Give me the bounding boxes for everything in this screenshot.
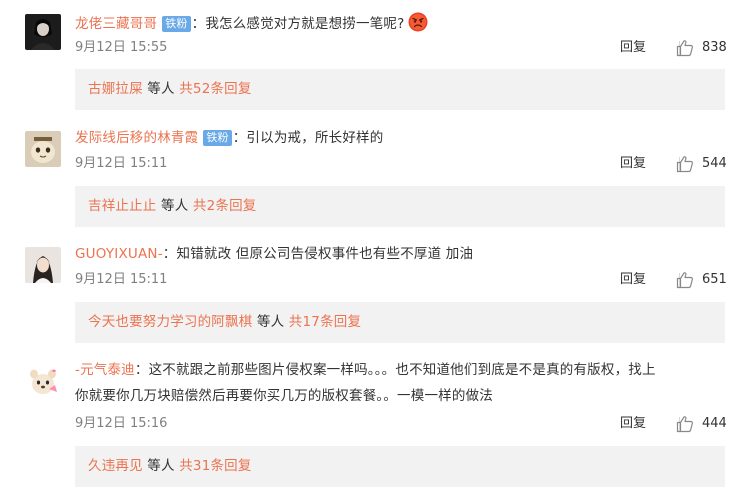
avatar[interactable] [25,363,61,399]
reply-button[interactable]: 回复 [620,414,646,434]
reply-username[interactable]: 今天也要努力学习的阿飘棋 [88,314,252,330]
comment-time: 9月12日 15:11 [75,156,168,171]
comment-text-continued: 你就要你几万块赔偿然后再要你买几万的版权套餐。。一模一样的做法 [75,388,493,404]
view-replies-link[interactable]: 共2条回复 [193,198,257,214]
comment-meta: 9月12日 15:55 回复 838 [75,38,727,58]
like-count: 444 [702,416,727,431]
reply-button[interactable]: 回复 [620,38,646,58]
sub-replies-summary: 久违再见 等人 共31条回复 [75,446,725,487]
sub-replies-summary: 吉祥止止止 等人 共2条回复 [75,186,725,227]
thumbs-up-icon [676,272,694,289]
comment-username[interactable]: 龙佬三藏哥哥 [75,16,157,32]
comment-meta: 9月12日 15:16 回复 444 [75,414,727,434]
reply-etc: 等人 [252,314,289,330]
comment-time: 9月12日 15:11 [75,272,168,287]
reply-button[interactable]: 回复 [620,270,646,290]
comment-meta: 9月12日 15:11 回复 544 [75,154,727,174]
reply-button[interactable]: 回复 [620,154,646,174]
comment-time: 9月12日 15:16 [75,416,168,431]
comment-line: 发际线后移的林青霞 铁粉 ：引以为戒，所长好样的 [75,128,383,148]
separator: ： [134,362,149,378]
angry-face-emoji-icon [408,12,428,32]
comment-line: -元气泰迪：这不就跟之前那些图片侵权案一样吗。。。也不知道他们到底是不是真的有版… [75,360,656,380]
comment-line: 龙佬三藏哥哥 铁粉 ：我怎么感觉对方就是想捞一笔呢? [75,12,428,34]
comment-text: 引以为戒，所长好样的 [246,130,384,146]
sub-replies-summary: 古娜拉屎 等人 共52条回复 [75,69,725,110]
reply-username[interactable]: 古娜拉屎 [88,81,143,97]
view-replies-link[interactable]: 共52条回复 [179,81,251,97]
sub-replies-summary: 今天也要努力学习的阿飘棋 等人 共17条回复 [75,302,725,343]
comment-text: 这不就跟之前那些图片侵权案一样吗。。。也不知道他们到底是不是真的有版权，找上 [148,362,656,378]
comment-username[interactable]: 发际线后移的林青霞 [75,130,198,146]
reply-etc: 等人 [142,81,180,97]
comment-time: 9月12日 15:55 [75,40,168,55]
avatar[interactable] [25,131,61,167]
thumbs-up-icon [676,416,694,433]
like-count: 544 [702,156,727,171]
separator: ： [162,246,177,262]
avatar[interactable] [25,14,61,50]
like-count: 651 [702,272,727,287]
fan-badge[interactable]: 铁粉 [162,16,191,32]
like-count: 838 [702,40,727,55]
comment-line: GUOYIXUAN-：知错就改 但原公司告侵权事件也有些不厚道 加油 [75,244,473,264]
avatar[interactable] [25,247,61,283]
reply-etc: 等人 [156,198,193,214]
comment-username[interactable]: GUOYIXUAN- [75,246,163,262]
separator: ： [191,16,206,32]
view-replies-link[interactable]: 共17条回复 [289,314,361,330]
view-replies-link[interactable]: 共31条回复 [179,458,251,474]
reply-username[interactable]: 吉祥止止止 [88,198,157,214]
fan-badge[interactable]: 铁粉 [203,130,232,146]
thumbs-up-icon [676,40,694,57]
reply-username[interactable]: 久违再见 [88,458,143,474]
comment-username[interactable]: -元气泰迪 [75,362,135,378]
separator: ： [232,130,247,146]
comment-text: 我怎么感觉对方就是想捞一笔呢? [205,16,405,32]
thumbs-up-icon [676,156,694,173]
comment-text: 知错就改 但原公司告侵权事件也有些不厚道 加油 [176,246,474,262]
comment-meta: 9月12日 15:11 回复 651 [75,270,727,290]
reply-etc: 等人 [142,458,180,474]
